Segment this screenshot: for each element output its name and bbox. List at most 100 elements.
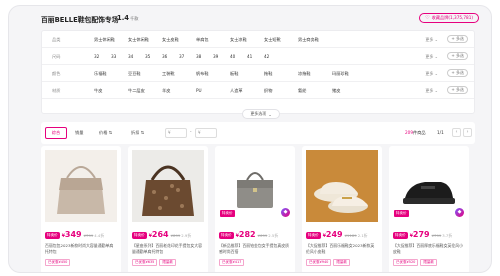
filter-option[interactable]: 41 [247, 54, 264, 59]
filter-option[interactable]: 34 [128, 54, 145, 59]
filter-option[interactable]: 猪皮 [332, 88, 366, 94]
product-image[interactable] [306, 150, 378, 222]
product-card[interactable]: 特卖价 ¥349 ¥799 4.4折 百丽包包2023新款时尚大容量通勤单肩托特包 已优惠… [41, 146, 121, 272]
price-row: 特卖价 ¥282 ¥699 2.5折 [219, 230, 278, 240]
filter-option[interactable]: PU [196, 88, 230, 94]
price-tag: 特卖价 [45, 232, 60, 239]
similar-icon[interactable]: ◆ [455, 208, 464, 217]
product-title[interactable]: 百丽包包2023新款时尚大容量通勤单肩托特包 [45, 243, 117, 254]
original-price: ¥899 [170, 233, 181, 238]
promo-tag: 特卖价 [394, 210, 409, 217]
original-price: ¥799 [431, 233, 442, 238]
filter-option[interactable]: 帆布鞋 [196, 71, 230, 77]
product-badge: 限量款 [159, 259, 176, 266]
sale-price: 264 [151, 230, 169, 239]
filter-option[interactable]: 40 [230, 54, 247, 59]
chevron-down-icon: ⌄ [433, 71, 438, 76]
filter-option[interactable]: 女士皮鞋 [162, 37, 196, 43]
filter-option[interactable]: 牛二层皮 [128, 88, 162, 94]
filter-option[interactable]: 氨纶 [298, 88, 332, 94]
prev-page-button[interactable]: ‹ [452, 128, 461, 137]
price-min-input[interactable]: ¥ [165, 128, 187, 138]
product-title[interactable]: 【新品推荐】百丽铂金包女手提包真皮质感时尚百搭 [219, 243, 291, 254]
filter-options: 乐福鞋 豆豆鞋 工装靴 帆布鞋 板鞋 拖鞋 凉拖鞋 玛丽珍鞋 [94, 71, 366, 77]
result-count: 209件商品 [405, 130, 426, 135]
filter-row-label: 尺码 [52, 54, 61, 59]
filter-option[interactable]: 36 [162, 54, 179, 59]
price-max-input[interactable]: ¥ [195, 128, 217, 138]
filter-option[interactable]: 单肩包 [196, 37, 230, 43]
filter-option[interactable]: 女士休闲鞋 [128, 37, 162, 43]
product-image[interactable] [132, 150, 204, 222]
filter-option[interactable]: 男士商务鞋 [298, 37, 332, 43]
sort-sales-button[interactable]: 销量 [75, 128, 83, 138]
filter-option[interactable]: 女士短靴 [264, 37, 298, 43]
product-title[interactable]: 【大促推荐】百丽厚底乐福鞋女英伦风小皮鞋 [393, 243, 465, 254]
filter-options: 32 33 34 35 36 37 38 39 40 41 42 [94, 54, 281, 59]
filter-row: 尺码 32 33 34 35 36 37 38 39 40 41 42 更多 ⌄ + 多选 [42, 48, 474, 65]
sale-price: 279 [412, 230, 430, 239]
product-badge: 已优惠¥635 [132, 259, 158, 266]
filter-option[interactable]: 女士凉鞋 [230, 37, 264, 43]
filter-option[interactable]: 凉拖鞋 [298, 71, 332, 77]
discount-rate: 2.9折 [181, 233, 192, 238]
filter-more-button[interactable]: 更多 ⌄ [425, 71, 438, 77]
filter-options: 牛皮 牛二层皮 羊皮 PU 人造革 织物 氨纶 猪皮 [94, 88, 366, 94]
filter-more-button[interactable]: 更多 ⌄ [425, 54, 438, 60]
page-container: 百丽BELLE鞋包配饰专场 1.4千款 ♡ 收藏品牌(1,375,781) 材质 牛… [8, 5, 492, 273]
filter-option[interactable]: 牛皮 [94, 88, 128, 94]
promo-tag: 特卖价 [220, 210, 235, 217]
filter-more-button[interactable]: 更多 ⌄ [425, 37, 438, 43]
product-card[interactable]: 特卖价 ◆ 特卖价 ¥282 ¥699 2.5折【新品推荐】百丽铂金包女手提包真皮质感时尚… [215, 146, 295, 272]
sort-discount-button[interactable]: 折扣 ⇅ [131, 128, 144, 138]
price-tag: 特卖价 [219, 232, 234, 239]
sort-bar: 综合 销量 价格 ⇅ 折扣 ⇅ ¥ - ¥ 209件商品 1/1 ‹ › [41, 122, 475, 144]
price-row: 特卖价 ¥349 ¥799 4.4折 [45, 230, 104, 240]
filter-option[interactable]: 织物 [264, 88, 298, 94]
badge-row: 已优惠¥417 [219, 259, 245, 266]
filter-option[interactable]: 32 [94, 54, 111, 59]
price-range-dash: - [190, 129, 192, 134]
filter-more-button[interactable]: 更多 ⌄ [425, 88, 438, 94]
price-row: 特卖价 ¥264 ¥899 2.9折 [132, 230, 191, 240]
filter-option[interactable]: 39 [213, 54, 230, 59]
page-indicator: 1/1 [437, 130, 444, 135]
product-card[interactable]: 特卖价 ¥249 ¥1189 2.1折 【大促推荐】百丽乐福鞋女2023新款英伦风小皮鞋… [302, 146, 382, 272]
filter-option[interactable]: 42 [264, 54, 281, 59]
product-card[interactable]: 特卖价 ¥264 ¥899 2.9折【星座系列】百丽老花印花手提包女大容量通勤单肩托特… [128, 146, 208, 272]
filter-multiselect-button[interactable]: + 多选 [447, 52, 468, 60]
collapse-filters-button[interactable]: 更多选项 ⌄ [242, 109, 280, 119]
product-badge: 限量款 [420, 259, 437, 266]
discount-rate: 2.1折 [357, 233, 368, 238]
filter-option[interactable]: 板鞋 [230, 71, 264, 77]
filter-option[interactable]: 拖鞋 [264, 71, 298, 77]
filter-option[interactable]: 男士休闲鞋 [94, 37, 128, 43]
filter-option[interactable]: 豆豆鞋 [128, 71, 162, 77]
product-card[interactable]: 特卖价 ◆ 特卖价 ¥279 ¥799 3.7折 【大促推荐】百丽厚底乐福鞋女英伦风小皮鞋已… [389, 146, 469, 272]
filter-option[interactable]: 37 [179, 54, 196, 59]
filter-option[interactable]: 乐福鞋 [94, 71, 128, 77]
sort-price-button[interactable]: 价格 ⇅ [99, 128, 112, 138]
filter-option[interactable]: 工装靴 [162, 71, 196, 77]
original-price: ¥699 [257, 233, 268, 238]
filter-multiselect-button[interactable]: + 多选 [447, 86, 468, 94]
filter-option[interactable]: 33 [111, 54, 128, 59]
filter-option[interactable]: 38 [196, 54, 213, 59]
sale-price: 349 [64, 230, 82, 239]
filter-option[interactable]: 人造革 [230, 88, 264, 94]
price-tag: 特卖价 [393, 232, 408, 239]
next-page-button[interactable]: › [463, 128, 472, 137]
filter-option[interactable]: 玛丽珍鞋 [332, 71, 366, 77]
similar-icon[interactable]: ◆ [281, 208, 290, 217]
discount-rate: 3.7折 [442, 233, 453, 238]
filter-option[interactable]: 35 [145, 54, 162, 59]
product-image[interactable] [45, 150, 117, 222]
filter-multiselect-button[interactable]: + 多选 [447, 35, 468, 43]
filter-multiselect-button[interactable]: + 多选 [447, 69, 468, 77]
sort-default-button[interactable]: 综合 [45, 127, 67, 139]
filter-row: 材质 牛皮 牛二层皮 羊皮 PU 人造革 织物 氨纶 猪皮 更多 ⌄ + 多选 [42, 82, 474, 99]
favorite-brand-button[interactable]: ♡ 收藏品牌(1,375,781) [419, 13, 479, 23]
product-title[interactable]: 【大促推荐】百丽乐福鞋女2023新款英伦风小皮鞋 [306, 243, 378, 254]
filter-option[interactable]: 羊皮 [162, 88, 196, 94]
product-title[interactable]: 【星座系列】百丽老花印花手提包女大容量通勤单肩托特包 [132, 243, 204, 254]
